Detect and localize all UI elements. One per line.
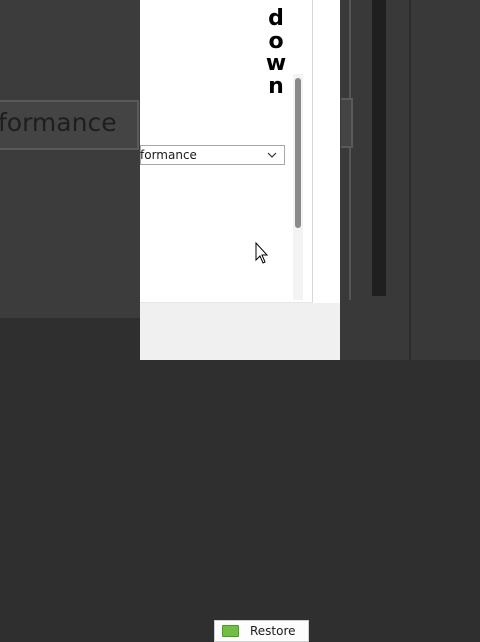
background-bottom-bar — [0, 318, 140, 360]
dialog-footer: Restore — [140, 303, 340, 642]
overlay-caption: d o w n — [264, 6, 288, 99]
performance-mode-value: formance — [140, 148, 197, 162]
restore-button[interactable]: Restore — [214, 620, 309, 642]
caption-letter: n — [268, 73, 284, 99]
background-field — [341, 98, 353, 148]
performance-mode-select[interactable]: formance — [140, 145, 285, 165]
background-left-region: formance — [0, 0, 140, 360]
caption-letter: w — [265, 51, 287, 76]
restore-icon — [222, 625, 239, 637]
mouse-pointer-icon — [255, 242, 269, 264]
restore-button-label: Restore — [250, 624, 296, 638]
background-scrollbar — [372, 0, 386, 296]
background-right-region — [341, 0, 480, 360]
background-divider — [349, 0, 351, 300]
vertical-scrollbar-thumb[interactable] — [295, 78, 301, 228]
background-divider — [409, 0, 411, 360]
settings-dialog: formance Restore — [140, 0, 340, 642]
background-field-text: formance — [0, 108, 117, 137]
chevron-down-icon — [267, 152, 277, 158]
caption-letter: d — [268, 6, 284, 31]
caption-letter: o — [268, 28, 284, 54]
